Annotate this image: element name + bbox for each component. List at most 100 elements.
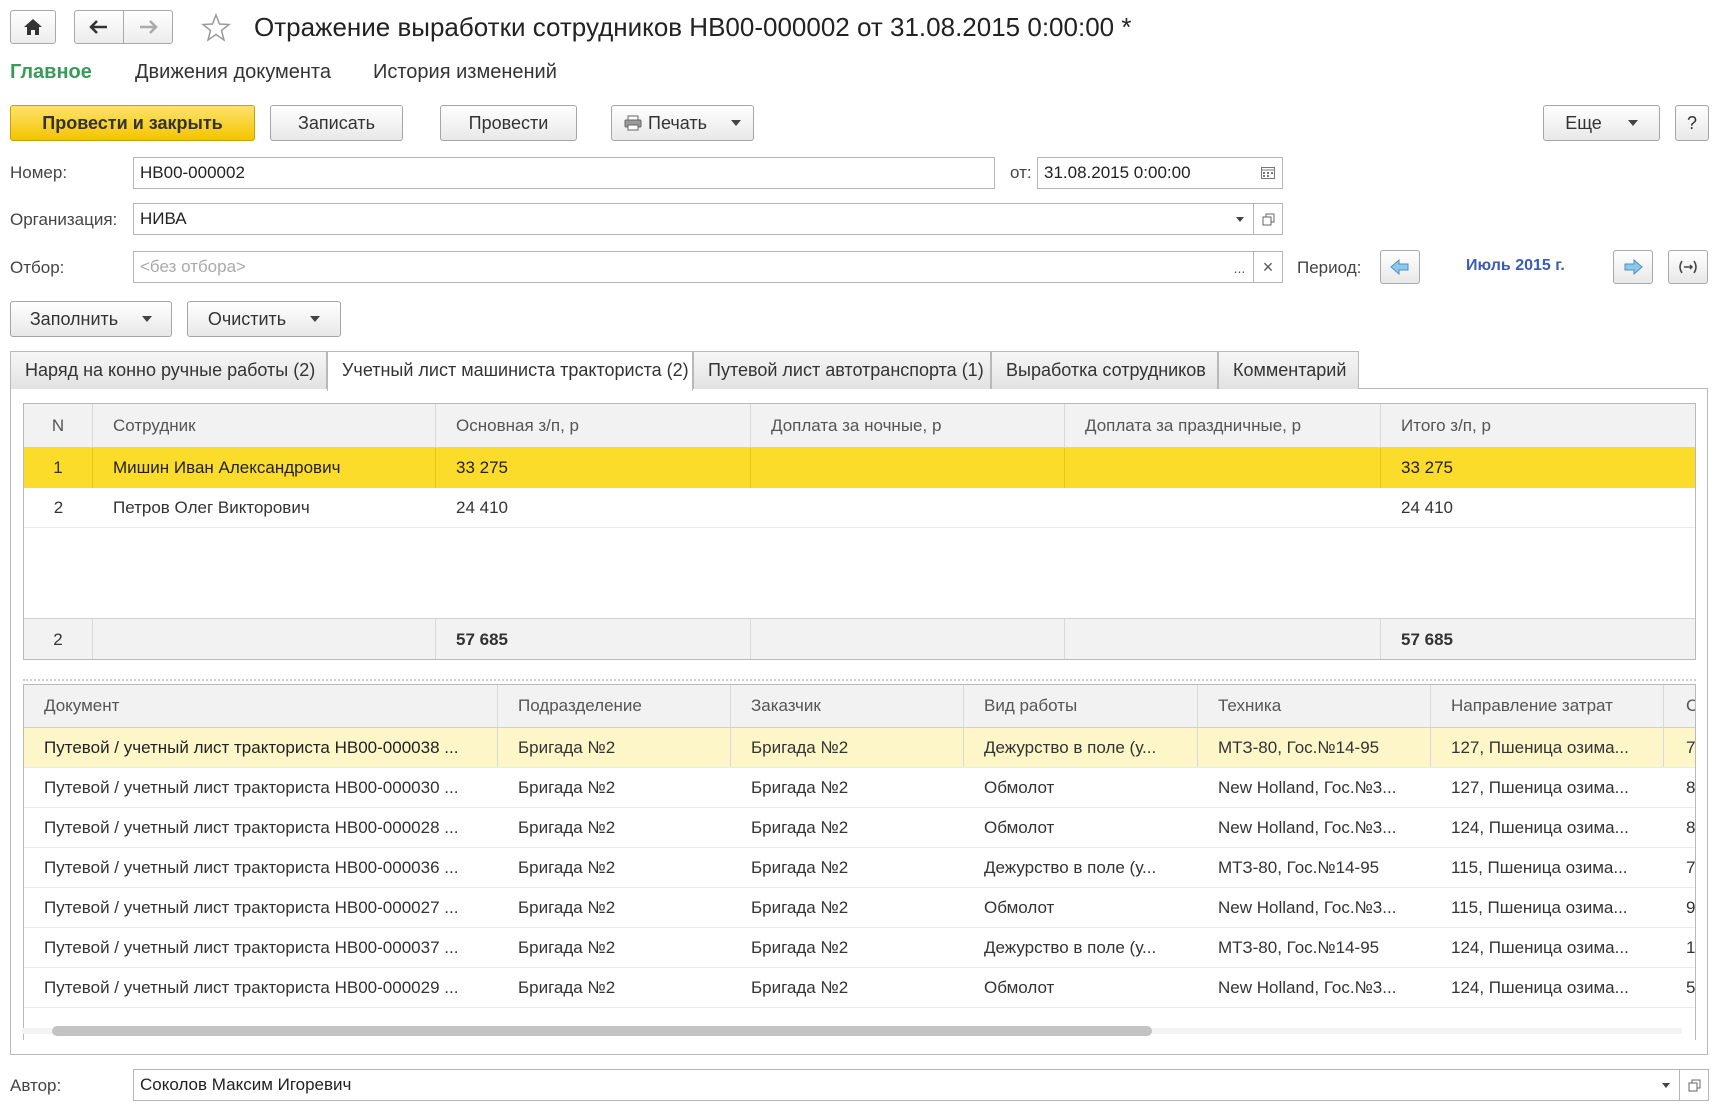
tab-tractor-driver-sheet[interactable]: Учетный лист машиниста тракториста (2): [327, 351, 693, 391]
fill-label: Заполнить: [29, 308, 119, 329]
fill-button[interactable]: Заполнить: [10, 301, 172, 337]
open-window-icon: [1262, 213, 1274, 225]
column-header[interactable]: Доплата за ночные, р: [751, 404, 1065, 447]
employees-table: N Сотрудник Основная з/п, р Доплата за н…: [23, 403, 1696, 660]
table-cell: Бригада №2: [751, 977, 849, 997]
post-label: Провести: [468, 112, 549, 133]
period-value[interactable]: Июль 2015 г.: [1466, 257, 1565, 275]
column-header[interactable]: Основная з/п, р: [436, 404, 751, 447]
footer-cell: [1065, 619, 1381, 659]
table-row[interactable]: Путевой / учетный лист тракториста НВ00-…: [24, 928, 1695, 968]
table-cell: Бригада №2: [731, 728, 964, 767]
footer-cell: [751, 619, 1065, 659]
table-row[interactable]: 2 Петров Олег Викторович 24 410 24 410: [24, 488, 1695, 528]
org-field[interactable]: НИВА: [133, 203, 1227, 235]
clear-button[interactable]: Очистить: [187, 301, 341, 337]
table-cell: Бригада №2: [751, 937, 849, 957]
column-header[interactable]: Сотрудник: [93, 404, 436, 447]
tab-vehicle-waybill[interactable]: Путевой лист автотранспорта (1): [693, 351, 991, 389]
tab-manual-works[interactable]: Наряд на конно ручные работы (2): [10, 351, 327, 389]
column-header[interactable]: Техника: [1198, 685, 1431, 727]
filter-select-button[interactable]: ...: [1226, 251, 1254, 283]
chevron-down-icon: [310, 316, 321, 322]
horizontal-scrollbar[interactable]: [22, 1024, 1682, 1036]
table-cell: New Holland, Гос.№3...: [1218, 777, 1397, 797]
column-header[interactable]: N: [24, 404, 93, 447]
table-cell: 8: [1686, 777, 1695, 797]
chevron-down-icon: [1661, 1082, 1670, 1088]
period-next-button[interactable]: [1613, 250, 1653, 284]
scrollbar-thumb[interactable]: [52, 1026, 1152, 1036]
column-header[interactable]: Документ: [24, 685, 498, 727]
tab-main[interactable]: Главное: [10, 60, 92, 84]
column-header[interactable]: Доплата за праздничные, р: [1065, 404, 1381, 447]
table-cell: 124, Пшеница озима...: [1451, 977, 1629, 997]
org-dropdown-button[interactable]: [1226, 203, 1254, 235]
author-label: Автор:: [10, 1076, 62, 1095]
post-button[interactable]: Провести: [440, 105, 577, 141]
table-cell: МТЗ-80, Гос.№14-95: [1198, 728, 1431, 767]
table-row[interactable]: Путевой / учетный лист тракториста НВ00-…: [24, 888, 1695, 928]
tab-change-history[interactable]: История изменений: [373, 60, 557, 84]
author-field[interactable]: Соколов Максим Игоревич: [133, 1069, 1653, 1101]
table-cell: New Holland, Гос.№3...: [1218, 977, 1397, 997]
table-cell: 9: [1686, 897, 1695, 917]
table-row[interactable]: Путевой / учетный лист тракториста НВ00-…: [24, 848, 1695, 888]
print-button[interactable]: Печать: [611, 105, 754, 141]
filter-clear-button[interactable]: ×: [1254, 251, 1283, 283]
table-cell: Бригада №2: [518, 897, 616, 917]
table-cell: Дежурство в поле (у...: [964, 728, 1198, 767]
table-cell: 127, Пшеница озима...: [1451, 777, 1629, 797]
tab-employee-output[interactable]: Выработка сотрудников: [991, 351, 1218, 389]
number-field[interactable]: НВ00-000002: [133, 157, 995, 189]
author-dropdown-button[interactable]: [1652, 1069, 1680, 1101]
forward-button[interactable]: [123, 10, 173, 44]
tab-comment[interactable]: Комментарий: [1218, 351, 1359, 389]
table-cell: Обмолот: [984, 897, 1055, 917]
documents-table: Документ Подразделение Заказчик Вид рабо…: [23, 684, 1696, 1040]
favorite-star-icon[interactable]: [200, 12, 232, 44]
page-title: Отражение выработки сотрудников НВ00-000…: [254, 12, 1132, 42]
home-button[interactable]: [10, 10, 56, 44]
table-row[interactable]: Путевой / учетный лист тракториста НВ00-…: [24, 968, 1695, 1008]
column-header[interactable]: Подразделение: [498, 685, 731, 727]
table-cell: Бригада №2: [751, 817, 849, 837]
table-row[interactable]: 1 Мишин Иван Александрович 33 275 33 275: [24, 448, 1695, 488]
column-header[interactable]: Заказчик: [731, 685, 964, 727]
date-field[interactable]: 31.08.2015 0:00:00: [1037, 157, 1255, 189]
table-row[interactable]: Путевой / учетный лист тракториста НВ00-…: [24, 808, 1695, 848]
tab-document-movements[interactable]: Движения документа: [135, 60, 331, 84]
table-cell: Путевой / учетный лист тракториста НВ00-…: [44, 897, 459, 917]
post-and-close-label: Провести и закрыть: [42, 112, 223, 133]
splitter[interactable]: [23, 679, 1696, 681]
table-cell: 1: [24, 448, 93, 488]
table-cell: Дежурство в поле (у...: [984, 857, 1157, 877]
table-cell: Путевой / учетный лист тракториста НВ00-…: [44, 857, 459, 877]
column-header[interactable]: Итого з/п, р: [1381, 404, 1695, 447]
table-row[interactable]: Путевой / учетный лист тракториста НВ00-…: [24, 728, 1695, 768]
period-select-button[interactable]: [1668, 250, 1708, 284]
table-cell: Бригада №2: [518, 777, 616, 797]
calendar-button[interactable]: [1254, 157, 1283, 189]
period-prev-button[interactable]: [1380, 250, 1420, 284]
table-cell: 7: [1686, 857, 1695, 877]
column-header[interactable]: Направление затрат: [1431, 685, 1664, 727]
column-header[interactable]: С: [1664, 685, 1695, 727]
filter-field[interactable]: <без отбора>: [133, 251, 1227, 283]
org-open-button[interactable]: [1254, 203, 1283, 235]
help-button[interactable]: ?: [1675, 105, 1709, 141]
chevron-down-icon: [142, 316, 153, 322]
period-label: Период:: [1297, 258, 1362, 277]
table-cell: 124, Пшеница озима...: [1451, 937, 1629, 957]
table-cell: 124, Пшеница озима...: [1451, 817, 1629, 837]
post-and-close-button[interactable]: Провести и закрыть: [10, 105, 255, 141]
table-row[interactable]: Путевой / учетный лист тракториста НВ00-…: [24, 768, 1695, 808]
column-header[interactable]: Вид работы: [964, 685, 1198, 727]
back-button[interactable]: [74, 10, 124, 44]
arrow-left-icon: [1390, 259, 1409, 275]
author-open-button[interactable]: [1680, 1069, 1709, 1101]
more-button[interactable]: Еще: [1543, 105, 1660, 141]
table-header: N Сотрудник Основная з/п, р Доплата за н…: [24, 404, 1695, 448]
save-button[interactable]: Записать: [270, 105, 403, 141]
date-label: от:: [1010, 163, 1032, 182]
